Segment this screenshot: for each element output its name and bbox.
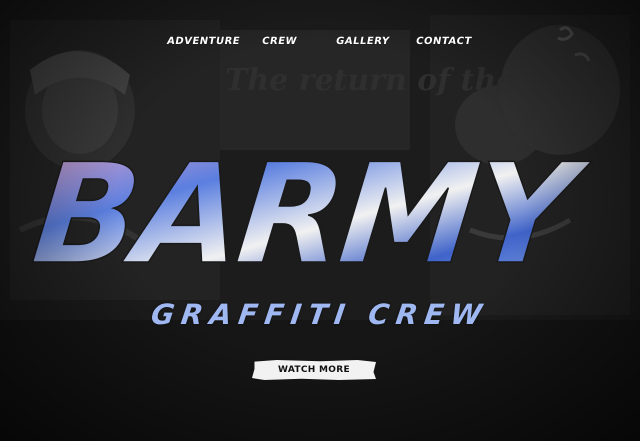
brand-logo-text: BARMY <box>26 134 594 295</box>
hero-subtitle: GRAFFITI CREW <box>149 298 491 331</box>
nav-link-gallery[interactable]: GALLERY <box>335 36 390 47</box>
main-nav: ADVENTURE CREW GALLERY CONTACT <box>0 36 640 56</box>
nav-link-contact[interactable]: CONTACT <box>415 36 473 47</box>
watch-more-button[interactable]: WATCH MORE <box>252 360 376 380</box>
nav-link-adventure[interactable]: ADVENTURE <box>166 36 241 47</box>
nav-link-crew[interactable]: CREW <box>261 36 298 47</box>
